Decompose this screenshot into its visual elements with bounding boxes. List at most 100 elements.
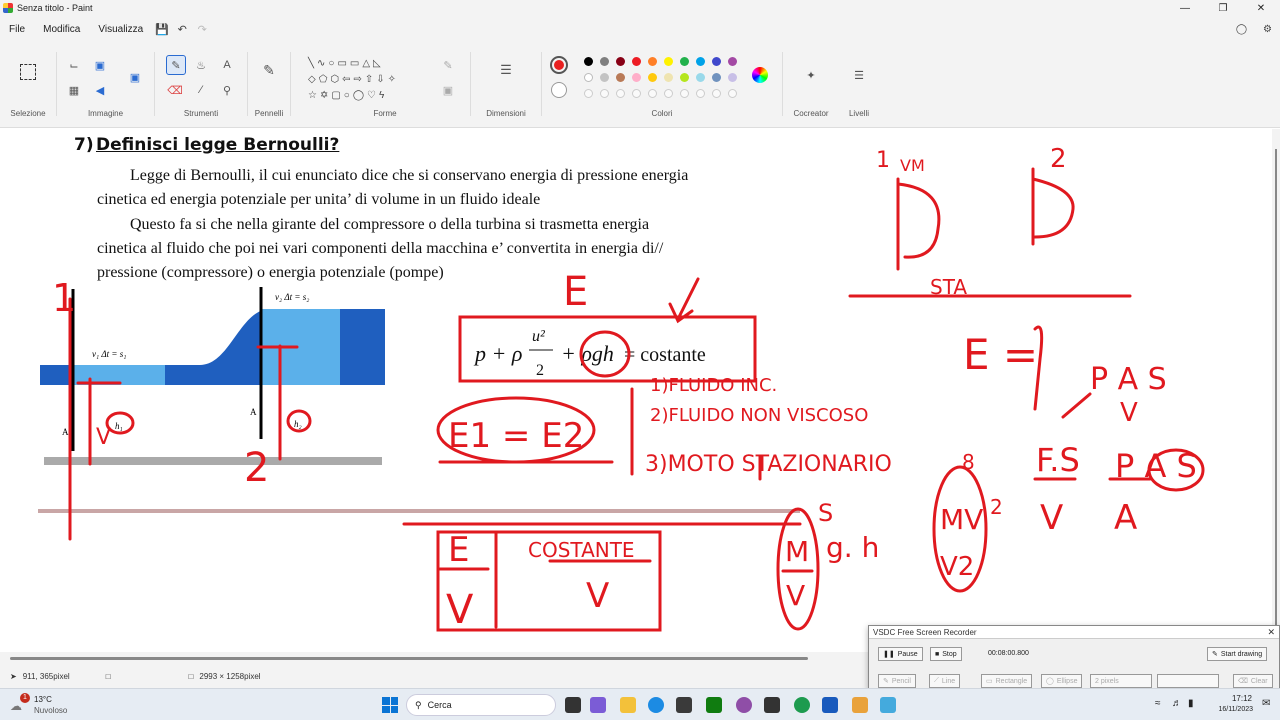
secondary-color[interactable] xyxy=(551,82,567,98)
custom-color-swatch[interactable] xyxy=(584,89,593,98)
pencil-tool-button[interactable]: ✎ Pencil xyxy=(878,674,916,688)
rectangle-tool-button[interactable]: ▭ Rectangle xyxy=(981,674,1033,688)
shapes-gallery[interactable]: ╲∿○▭▭△◺ ◇⬠⬡⇦⇨⇧⇩✧ ☆✡▢○◯♡ϟ xyxy=(308,56,426,104)
pencil-icon[interactable]: ✎ xyxy=(166,55,186,75)
outline-icon[interactable]: ✎ xyxy=(440,57,456,73)
pixels-select[interactable]: 2 pixels xyxy=(1090,674,1152,688)
color-swatch[interactable] xyxy=(648,73,657,82)
store-icon[interactable] xyxy=(676,697,692,713)
edge-icon[interactable] xyxy=(648,697,664,713)
brush-icon[interactable]: ✎ xyxy=(261,62,277,78)
vertical-scrollbar[interactable] xyxy=(1272,129,1280,652)
color-swatch[interactable] xyxy=(680,57,689,66)
select-all-icon[interactable]: ▦ xyxy=(66,82,82,98)
custom-color-swatch[interactable] xyxy=(632,89,641,98)
edit-colors-icon[interactable] xyxy=(752,67,768,83)
fill-icon[interactable]: ♨ xyxy=(193,57,209,73)
custom-color-swatch[interactable] xyxy=(648,89,657,98)
layers-icon[interactable]: ☰ xyxy=(851,67,867,83)
search-box[interactable]: ⚲ Cerca xyxy=(406,694,556,716)
crop-icon[interactable]: ⌙ xyxy=(66,57,82,73)
color-swatch[interactable] xyxy=(648,57,657,66)
annotation-s: S xyxy=(818,499,833,527)
share-icon[interactable]: ◯ xyxy=(1236,24,1247,35)
close-button[interactable]: ✕ xyxy=(1242,0,1280,16)
text-icon[interactable]: A xyxy=(219,57,235,73)
color-swatch[interactable] xyxy=(664,57,673,66)
menu-view[interactable]: Visualizza xyxy=(89,24,152,35)
custom-color-swatch[interactable] xyxy=(600,89,609,98)
acrobat-icon[interactable] xyxy=(764,697,780,713)
color-swatch[interactable] xyxy=(712,57,721,66)
color-swatch[interactable] xyxy=(584,73,593,82)
color-swatch[interactable] xyxy=(696,57,705,66)
stop-button[interactable]: ■ Stop xyxy=(930,647,962,661)
drawing-canvas[interactable]: 7) Definisci legge Bernoulli? Legge di B… xyxy=(0,129,1272,652)
custom-color-swatch[interactable] xyxy=(664,89,673,98)
app-icon[interactable] xyxy=(736,697,752,713)
rotate-icon[interactable]: ◀ xyxy=(92,82,108,98)
word-icon[interactable] xyxy=(822,697,838,713)
pause-button[interactable]: ❚❚ Pause xyxy=(878,647,923,661)
menu-edit[interactable]: Modifica xyxy=(34,24,89,35)
color-swatch[interactable] xyxy=(616,73,625,82)
task-view-icon[interactable] xyxy=(565,697,581,713)
color-swatch[interactable] xyxy=(696,73,705,82)
notifications-icon[interactable]: ✉ xyxy=(1262,698,1270,709)
battery-icon[interactable]: ▮ xyxy=(1188,698,1194,709)
color-swatch[interactable] xyxy=(728,57,737,66)
color-swatch[interactable] xyxy=(728,73,737,82)
color-swatch[interactable] xyxy=(600,57,609,66)
redo-icon[interactable]: ↷ xyxy=(192,23,212,36)
vsdc-taskbar-icon[interactable] xyxy=(880,697,896,713)
color-swatch[interactable] xyxy=(632,73,641,82)
shape-fill-icon[interactable]: ▣ xyxy=(440,82,456,98)
color-swatch[interactable] xyxy=(680,73,689,82)
magnifier-icon[interactable]: ⚲ xyxy=(219,82,235,98)
custom-color-swatch[interactable] xyxy=(680,89,689,98)
horizontal-scrollbar-thumb[interactable] xyxy=(10,657,808,660)
wifi-icon[interactable]: ≈ xyxy=(1155,698,1161,709)
vsdc-close-icon[interactable]: ✕ xyxy=(1267,627,1275,638)
custom-color-swatch[interactable] xyxy=(616,89,625,98)
color-swatch[interactable] xyxy=(632,57,641,66)
line-tool-button[interactable]: ⟋ Line xyxy=(929,674,961,688)
color-picker-icon[interactable]: ⁄ xyxy=(193,82,209,98)
clear-button[interactable]: ⌫ Clear xyxy=(1233,674,1273,688)
xbox-icon[interactable] xyxy=(706,697,722,713)
cocreator-icon[interactable]: ✦ xyxy=(803,67,819,83)
undo-icon[interactable]: ↶ xyxy=(172,23,192,36)
eraser-icon[interactable]: ⌫ xyxy=(167,82,183,98)
color-swatch[interactable] xyxy=(712,73,721,82)
group-immagine: ⌙ ▣ ▦ ◀ ▣ Immagine xyxy=(57,42,154,128)
size-icon[interactable]: ☰ xyxy=(498,62,514,78)
image-icon[interactable]: ▣ xyxy=(127,69,143,85)
select-icon[interactable] xyxy=(20,64,36,80)
minimize-button[interactable]: — xyxy=(1166,0,1204,16)
ellipse-tool-button[interactable]: ◯ Ellipse xyxy=(1041,674,1083,688)
volume-icon[interactable]: ♬ xyxy=(1172,698,1182,709)
weather-icon[interactable]: ☁ xyxy=(10,699,22,713)
color-swatch[interactable] xyxy=(584,57,593,66)
paint-taskbar-icon[interactable] xyxy=(852,697,868,713)
resize-icon[interactable]: ▣ xyxy=(92,57,108,73)
settings-icon[interactable]: ⚙ xyxy=(1263,24,1272,35)
color-swatch[interactable] xyxy=(600,73,609,82)
vertical-scrollbar-thumb[interactable] xyxy=(1275,149,1277,629)
color-select[interactable] xyxy=(1157,674,1219,688)
start-icon[interactable] xyxy=(382,697,398,713)
menu-file[interactable]: File xyxy=(0,24,34,35)
custom-color-swatch[interactable] xyxy=(696,89,705,98)
chrome-icon[interactable] xyxy=(794,697,810,713)
annotation-sq: 2 xyxy=(990,495,1003,519)
custom-color-swatch[interactable] xyxy=(728,89,737,98)
primary-color[interactable] xyxy=(550,56,568,74)
file-explorer-icon[interactable] xyxy=(620,697,636,713)
color-swatch[interactable] xyxy=(616,57,625,66)
maximize-button[interactable]: ❐ xyxy=(1204,0,1242,16)
copilot-icon[interactable] xyxy=(590,697,606,713)
start-drawing-button[interactable]: ✎ Start drawing xyxy=(1207,647,1268,661)
color-swatch[interactable] xyxy=(664,73,673,82)
save-icon[interactable]: 💾 xyxy=(152,23,172,36)
custom-color-swatch[interactable] xyxy=(712,89,721,98)
